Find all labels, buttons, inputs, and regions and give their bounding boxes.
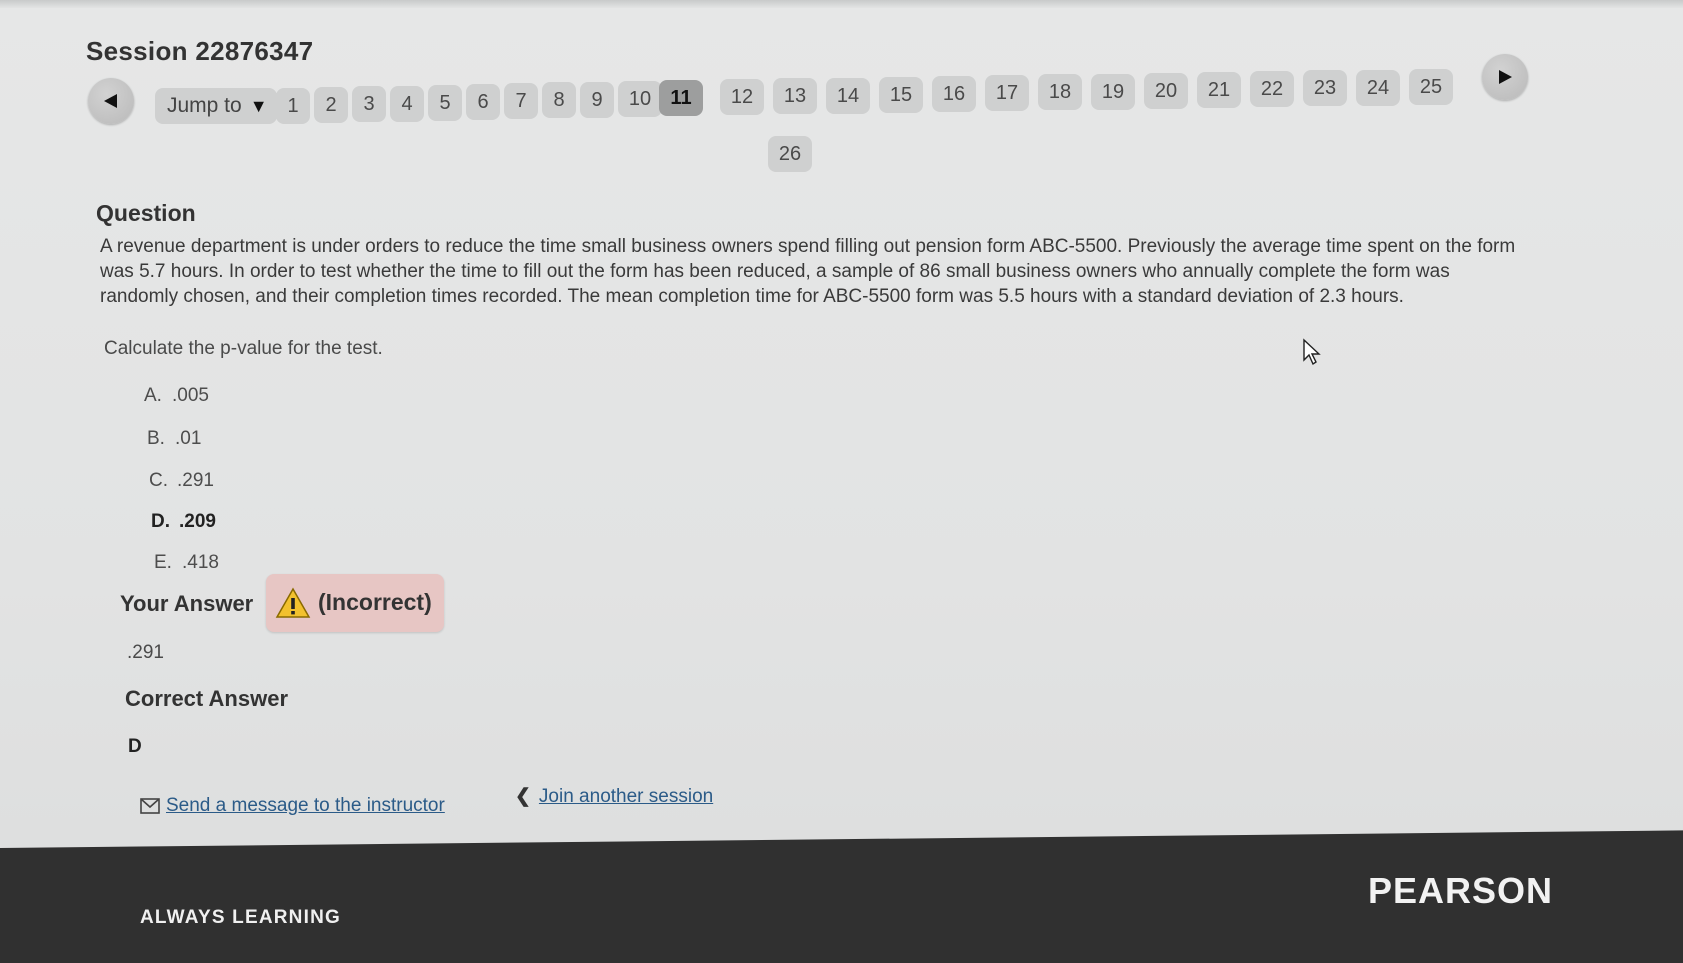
- page-button-9[interactable]: 9: [580, 82, 614, 118]
- page-button-10[interactable]: 10: [618, 81, 662, 117]
- page-button-5[interactable]: 5: [428, 85, 462, 121]
- your-answer-label: Your Answer: [120, 591, 254, 616]
- option-value: .005: [172, 385, 209, 406]
- jump-to-dropdown[interactable]: Jump to ▼: [155, 88, 277, 124]
- option-value: .418: [182, 552, 219, 573]
- page-button-7[interactable]: 7: [504, 83, 538, 119]
- screen: Session 22876347 Jump to ▼ 1 2 3 4 5 6 7 8 9 10 11 1…: [0, 0, 1683, 963]
- page-button-24[interactable]: 24: [1356, 70, 1400, 106]
- envelope-icon: [140, 798, 160, 814]
- option-value: .291: [177, 470, 214, 491]
- page-button-3[interactable]: 3: [352, 86, 386, 122]
- option-c: C. .291: [149, 470, 214, 492]
- page-button-22[interactable]: 22: [1250, 71, 1294, 107]
- mouse-cursor-icon: [1303, 338, 1321, 366]
- question-text: A revenue department is under orders to …: [100, 236, 1516, 307]
- page-button-4[interactable]: 4: [390, 86, 424, 122]
- page-button-17[interactable]: 17: [985, 75, 1029, 111]
- question-heading: Question: [96, 200, 196, 226]
- option-letter: A.: [144, 385, 162, 406]
- incorrect-status: (Incorrect): [318, 589, 432, 615]
- next-button[interactable]: [1482, 54, 1528, 100]
- top-edge: [0, 0, 1683, 8]
- option-letter: B.: [147, 428, 165, 449]
- page-button-20[interactable]: 20: [1144, 73, 1188, 109]
- page-button-8[interactable]: 8: [542, 82, 576, 118]
- option-b: B. .01: [147, 428, 201, 450]
- page-button-19[interactable]: 19: [1091, 74, 1135, 110]
- option-letter: E.: [154, 552, 172, 573]
- chevron-left-icon: [104, 94, 117, 108]
- warning-icon: [275, 587, 311, 618]
- send-message-link[interactable]: Send a message to the instructor: [140, 795, 445, 817]
- page-button-26[interactable]: 26: [768, 136, 812, 172]
- page-button-11[interactable]: 11: [659, 80, 703, 116]
- previous-button[interactable]: [88, 78, 134, 124]
- jump-to-label: Jump to: [167, 94, 242, 117]
- page-button-1[interactable]: 1: [276, 88, 310, 124]
- page-button-14[interactable]: 14: [826, 78, 870, 114]
- option-letter: D.: [151, 511, 170, 532]
- chevron-right-icon: [1499, 70, 1512, 84]
- send-message-label[interactable]: Send a message to the instructor: [166, 795, 445, 816]
- caret-down-icon: ▼: [249, 96, 268, 116]
- option-value: .01: [175, 428, 202, 449]
- page-button-21[interactable]: 21: [1197, 72, 1241, 108]
- session-title: Session 22876347: [86, 36, 314, 66]
- your-answer-value: .291: [127, 642, 164, 663]
- page-button-13[interactable]: 13: [773, 78, 817, 114]
- footer-tagline: ALWAYS LEARNING: [140, 907, 341, 928]
- page-button-12[interactable]: 12: [720, 79, 764, 115]
- correct-answer-label: Correct Answer: [125, 686, 289, 711]
- join-session-label[interactable]: Join another session: [539, 786, 713, 807]
- page-button-15[interactable]: 15: [879, 77, 923, 113]
- option-a: A. .005: [144, 385, 209, 407]
- option-letter: C.: [149, 470, 168, 491]
- incorrect-badge: (Incorrect): [266, 574, 444, 632]
- option-value: .209: [179, 511, 216, 532]
- page-button-23[interactable]: 23: [1303, 70, 1347, 106]
- option-e: E. .418: [154, 552, 219, 574]
- page-button-18[interactable]: 18: [1038, 74, 1082, 110]
- join-session-link[interactable]: ❮ Join another session: [515, 785, 713, 808]
- option-d: D. .209: [151, 511, 216, 533]
- brand-logo: PEARSON: [1368, 870, 1554, 911]
- page-button-2[interactable]: 2: [314, 87, 348, 123]
- page-button-16[interactable]: 16: [932, 76, 976, 112]
- chevron-back-icon: ❮: [515, 786, 531, 807]
- question-instruction: Calculate the p-value for the test.: [104, 338, 383, 359]
- page-button-25[interactable]: 25: [1409, 69, 1453, 105]
- page-button-6[interactable]: 6: [466, 84, 500, 120]
- correct-answer-value: D: [128, 736, 142, 757]
